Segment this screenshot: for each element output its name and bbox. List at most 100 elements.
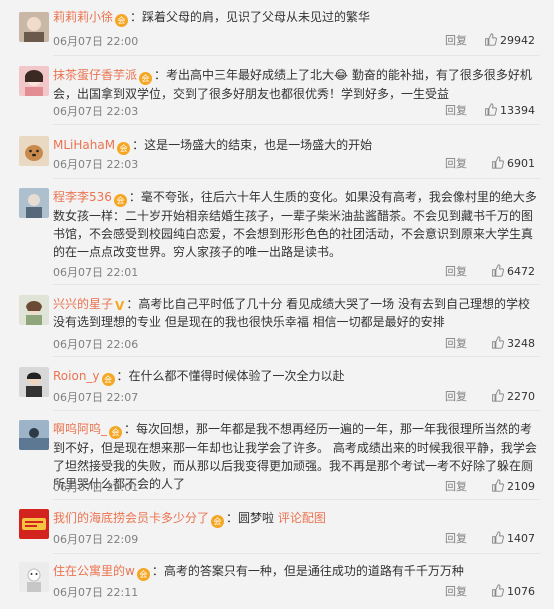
timestamp: 06月07日 22:00	[53, 35, 139, 48]
username-link[interactable]: 我们的海底捞会员卡多少分了	[53, 511, 209, 525]
avatar[interactable]	[19, 509, 49, 539]
comment-text: 在什么都不懂得时候体验了一次全力以赴	[128, 369, 345, 383]
timestamp: 06月07日 22:01	[53, 266, 139, 279]
comment-footer: 06月07日 22:01 回复 6472	[53, 263, 540, 281]
comment-footer: 06月07日 22:06 回复 3248	[53, 335, 540, 353]
divider	[53, 356, 540, 357]
member-badge-icon: 会	[136, 568, 150, 581]
comment-footer: 06月07日 22:07 回复 2270	[53, 388, 540, 406]
comment-footer: 06月07日 22:09 回复 1407	[53, 530, 540, 548]
avatar[interactable]	[19, 188, 49, 218]
reply-button[interactable]: 回复	[445, 32, 467, 50]
like-count: 2109	[507, 480, 535, 493]
comment-text: 这是一场盛大的结束，也是一场盛大的开始	[144, 138, 373, 152]
like-count: 13394	[500, 104, 535, 117]
avatar[interactable]	[19, 295, 49, 325]
like-count: 2270	[507, 390, 535, 403]
thumbs-up-icon	[492, 264, 504, 277]
comment-text: 圆梦啦	[238, 511, 275, 525]
comment-footer: 06月07日 22:01 回复 2109	[53, 478, 540, 496]
timestamp: 06月07日 22:03	[53, 158, 139, 171]
username-link[interactable]: MLiHahaM	[53, 138, 115, 152]
divider	[53, 124, 540, 125]
comment-body: 抹茶蛋仔香芋派会：考出高中三年最好成绩上了北大😂 勤奋的能补拙，有了很多很多好机…	[53, 68, 532, 101]
divider	[53, 284, 540, 285]
like-button[interactable]: 3248	[491, 335, 535, 353]
divider	[53, 178, 540, 179]
comment-footer: 06月07日 22:03 回复 13394	[53, 102, 540, 120]
thumbs-up-icon	[485, 33, 497, 46]
reply-button[interactable]: 回复	[445, 155, 467, 173]
comment-body: 我们的海底捞会员卡多少分了会：圆梦啦 评论配图	[53, 511, 326, 528]
avatar[interactable]	[19, 12, 49, 42]
avatar[interactable]	[19, 562, 49, 592]
like-count: 1076	[507, 585, 535, 598]
member-badge-icon: 会	[101, 373, 115, 386]
like-button[interactable]: 2109	[491, 478, 535, 496]
username-link[interactable]: 啊呜阿呜_	[53, 422, 107, 436]
member-badge-icon: 会	[117, 142, 131, 155]
comment-footer: 06月07日 22:00 回复 29942	[53, 32, 540, 50]
member-badge-icon: 会	[109, 426, 123, 439]
comment-text: 踩着父母的肩，见识了父母从未见过的繁华	[142, 10, 371, 24]
reply-button[interactable]: 回复	[445, 335, 467, 353]
like-button[interactable]: 6472	[491, 263, 535, 281]
like-button[interactable]: 13394	[484, 102, 535, 120]
comment-footer: 06月07日 22:03 回复 6901	[53, 155, 540, 173]
reply-button[interactable]: 回复	[445, 478, 467, 496]
comment-body: 程李李536 会：毫不夸张，往后六十年人生质的变化。如果没有高考，我会像村里的绝大…	[53, 190, 537, 259]
member-badge-icon: 会	[139, 72, 153, 85]
thumbs-up-icon	[492, 336, 504, 349]
username-link[interactable]: 程李李536	[53, 190, 112, 204]
comment-body: MLiHahaM 会：这是一场盛大的结束，也是一场盛大的开始	[53, 138, 373, 155]
verified-badge-icon: V	[115, 299, 125, 313]
username-link[interactable]: 住在公寓里的w	[53, 564, 135, 578]
comment-body: 住在公寓里的w 会：高考的答案只有一种，但是通往成功的道路有千千万万种	[53, 564, 464, 581]
reply-button[interactable]: 回复	[445, 263, 467, 281]
username-link[interactable]: 抹茶蛋仔香芋派	[53, 68, 137, 82]
comment-text: 高考比自己平时低了几十分 看见成绩大哭了一场 没有去到自己理想的学校 没有选到理…	[53, 297, 530, 329]
timestamp: 06月07日 22:09	[53, 533, 139, 546]
thumbs-up-icon	[492, 584, 504, 597]
like-count: 3248	[507, 337, 535, 350]
reply-button[interactable]: 回复	[445, 388, 467, 406]
divider	[53, 553, 540, 554]
reply-button[interactable]: 回复	[445, 583, 467, 601]
avatar[interactable]	[19, 66, 49, 96]
reply-button[interactable]: 回复	[445, 530, 467, 548]
avatar[interactable]	[19, 420, 49, 450]
comment-list: 莉莉莉小徐会：踩着父母的肩，见识了父母从未见过的繁华 06月07日 22:00 …	[0, 0, 554, 609]
like-count: 6901	[507, 157, 535, 170]
comment-image-link[interactable]: 评论配图	[278, 511, 326, 525]
like-count: 6472	[507, 265, 535, 278]
member-badge-icon: 会	[211, 515, 225, 528]
comment-text: 高考的答案只有一种，但是通往成功的道路有千千万万种	[163, 564, 464, 578]
timestamp: 06月07日 22:07	[53, 391, 139, 404]
like-button[interactable]: 1076	[491, 583, 535, 601]
username-link[interactable]: Roion_y	[53, 369, 100, 383]
reply-button[interactable]: 回复	[445, 102, 467, 120]
timestamp: 06月07日 22:06	[53, 338, 139, 351]
avatar[interactable]	[19, 367, 49, 397]
timestamp: 06月07日 22:11	[53, 586, 139, 599]
timestamp: 06月07日 22:03	[53, 105, 139, 118]
thumbs-up-icon	[485, 103, 497, 116]
like-count: 29942	[500, 34, 535, 47]
timestamp: 06月07日 22:01	[53, 481, 139, 494]
like-button[interactable]: 6901	[491, 155, 535, 173]
username-link[interactable]: 兴兴的星子	[53, 297, 113, 311]
divider	[53, 55, 540, 56]
thumbs-up-icon	[492, 479, 504, 492]
username-link[interactable]: 莉莉莉小徐	[53, 10, 113, 24]
like-button[interactable]: 2270	[491, 388, 535, 406]
member-badge-icon: 会	[115, 14, 129, 27]
like-count: 1407	[507, 532, 535, 545]
like-button[interactable]: 29942	[484, 32, 535, 50]
member-badge-icon: 会	[113, 194, 127, 207]
comment-body: Roion_y 会：在什么都不懂得时候体验了一次全力以赴	[53, 369, 345, 386]
thumbs-up-icon	[492, 531, 504, 544]
thumbs-up-icon	[492, 156, 504, 169]
like-button[interactable]: 1407	[491, 530, 535, 548]
comment-body: 莉莉莉小徐会：踩着父母的肩，见识了父母从未见过的繁华	[53, 10, 371, 27]
avatar[interactable]	[19, 136, 49, 166]
